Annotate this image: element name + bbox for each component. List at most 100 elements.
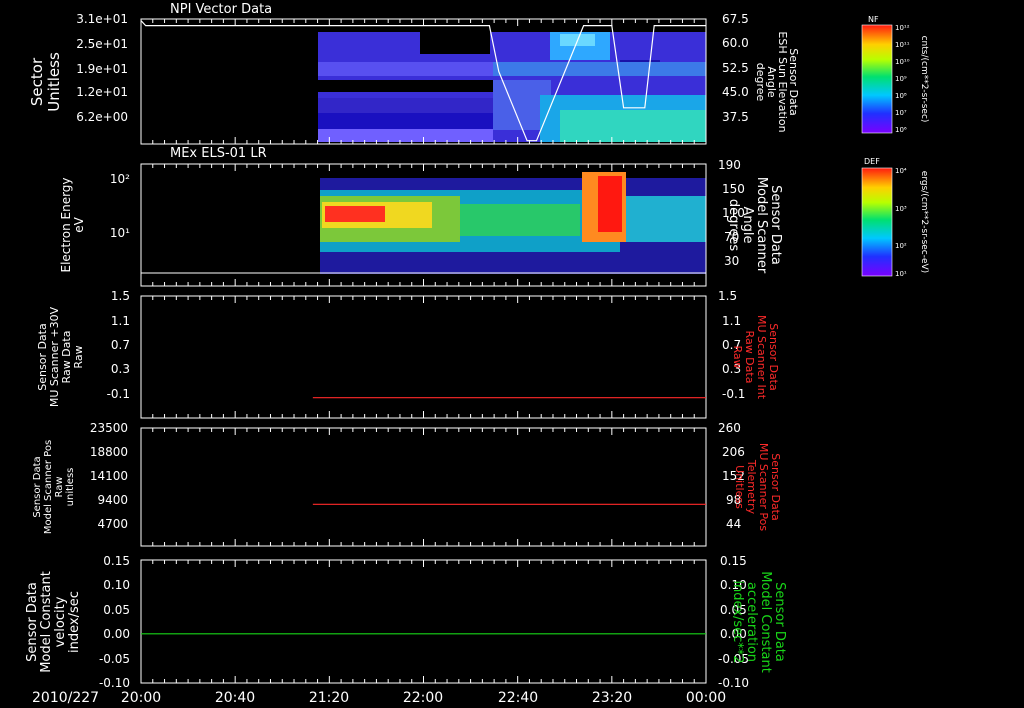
colorbar-npi-tick: 10¹² (895, 24, 910, 32)
npi-left-axis-label: SectorUnitless (28, 52, 63, 112)
npi-left-tick: 2.5e+01 (76, 37, 128, 51)
colorbar-els-unit: ergs/(cm**2-sr-sec-eV) (919, 171, 929, 273)
vel-right-tick: -0.10 (718, 676, 749, 690)
npi-right-tick: 45.0 (722, 85, 749, 99)
mu-raw-left-tick: -0.1 (107, 387, 130, 401)
els-red-core (325, 206, 385, 222)
panel-scanner-pos: 23500 18800 14100 9400 4700 260 206 152 … (32, 421, 782, 547)
els-left-tick: 10¹ (110, 226, 130, 240)
vel-left-tick: 0.10 (103, 578, 130, 592)
colorbar-npi-tick: 10⁹ (895, 75, 907, 83)
npi-left-ticks: 3.1e+01 2.5e+01 1.9e+01 1.2e+01 6.2e+00 (76, 12, 128, 124)
npi-heatmap (318, 32, 706, 142)
vel-right-axis-label: Sensor DataModel Constantaccelerationind… (730, 571, 787, 673)
els-right-tick: 30 (724, 254, 739, 268)
vel-left-tick: 0.15 (103, 554, 130, 568)
npi-teal-region (560, 110, 706, 142)
npi-left-tick: 1.9e+01 (76, 62, 128, 76)
colorbar-npi: NF 10¹² 10¹¹ 10¹⁰ 10⁹ 10⁸ 10⁷ 10⁶ cnts/(… (861, 15, 929, 134)
els-left-axis-label: Electron EnergyeV (59, 177, 86, 272)
mu-raw-right-tick: 1.1 (722, 314, 741, 328)
vel-left-axis-label: Sensor DataModel Constantvelocityindex/s… (25, 571, 82, 673)
npi-gap-1 (318, 80, 493, 92)
els-spectrogram (320, 168, 706, 284)
npi-right-tick: 52.5 (722, 61, 749, 75)
pos-left-tick: 23500 (90, 421, 128, 435)
mu-raw-left-ticks: 1.5 1.1 0.7 0.3 -0.1 (107, 289, 130, 401)
colorbar-npi-tick: 10¹¹ (895, 41, 910, 49)
els-right-tick: 190 (718, 158, 741, 172)
els-left-tick: 10² (110, 172, 130, 186)
els-title: MEx ELS-01 LR (170, 146, 267, 161)
colorbar-els-tick: 10⁴ (895, 167, 907, 175)
mu-raw-right-tick: 1.5 (718, 289, 737, 303)
colorbar-npi-ticks: 10¹² 10¹¹ 10¹⁰ 10⁹ 10⁸ 10⁷ 10⁶ (895, 24, 910, 134)
npi-right-ticks: 67.5 60.0 52.5 45.0 37.5 (722, 12, 749, 124)
npi-left-tick: 1.2e+01 (76, 85, 128, 99)
vel-left-ticks: 0.15 0.10 0.05 0.00 -0.05 -0.10 (99, 554, 130, 690)
x-tick-label: 00:00 (686, 690, 726, 706)
colorbar-els-ticks: 10⁴ 10³ 10² 10¹ (895, 167, 907, 278)
mu-raw-left-tick: 1.5 (111, 289, 130, 303)
npi-right-tick: 60.0 (722, 36, 749, 50)
colorbar-els-title: DEF (864, 157, 880, 166)
mu-raw-left-tick: 0.3 (111, 362, 130, 376)
x-tick-label: 20:40 (215, 690, 255, 706)
mu-raw-left-axis-label: Sensor DataMU Scanner +30VRaw DataRaw (36, 306, 85, 407)
pos-left-tick: 9400 (97, 493, 128, 507)
colorbar-npi-tick: 10⁸ (895, 92, 907, 100)
colorbar-npi-title: NF (868, 15, 879, 24)
mu-raw-right-tick: -0.1 (722, 387, 745, 401)
pos-left-tick: 18800 (90, 445, 128, 459)
colorbar-els-tick: 10² (895, 242, 907, 250)
mu-raw-left-tick: 0.7 (111, 338, 130, 352)
els-left-ticks: 10² 10¹ (110, 172, 130, 240)
x-tick-label: 22:40 (498, 690, 538, 706)
panel-mu-raw: 1.5 1.1 0.7 0.3 -0.1 1.5 1.1 0.7 0.3 -0.… (36, 289, 780, 419)
pos-right-tick: 260 (718, 421, 741, 435)
npi-right-tick: 67.5 (722, 12, 749, 26)
vel-right-tick: 0.15 (720, 554, 747, 568)
colorbar-npi-scale (861, 24, 893, 134)
colorbar-els-scale (861, 167, 893, 277)
pos-left-ticks: 23500 18800 14100 9400 4700 (90, 421, 128, 531)
panel-npi: NPI Vector Data 3.1e+01 2.5e+01 1.9e+01 … (28, 2, 800, 145)
mu-raw-axes-box (140, 295, 707, 419)
colorbar-npi-tick: 10⁶ (895, 126, 907, 134)
pos-left-tick: 14100 (90, 469, 128, 483)
x-axis: 2010/227 20:00 20:40 21:20 22:00 22:40 2… (32, 690, 726, 706)
npi-left-tick: 3.1e+01 (76, 12, 128, 26)
x-tick-label: 23:20 (592, 690, 632, 706)
npi-gap-2 (420, 32, 490, 54)
vel-left-tick: -0.05 (99, 652, 130, 666)
pos-right-tick: 44 (726, 517, 741, 531)
npi-band-upper (318, 62, 493, 76)
els-cyan-right (626, 196, 706, 242)
x-tick-label: 22:00 (403, 690, 443, 706)
npi-title: NPI Vector Data (170, 2, 272, 17)
pos-right-tick: 206 (722, 445, 745, 459)
panel-velocity: 0.15 0.10 0.05 0.00 -0.05 -0.10 0.15 0.1… (25, 554, 787, 690)
npi-band-bottom (318, 129, 493, 142)
vel-left-tick: -0.10 (99, 676, 130, 690)
vel-left-tick: 0.00 (103, 627, 130, 641)
els-green-mid (460, 204, 580, 236)
x-tick-label: 20:00 (121, 690, 161, 706)
pos-left-tick: 4700 (97, 517, 128, 531)
colorbar-npi-tick: 10⁷ (895, 109, 907, 117)
npi-right-axis-label: Sensor DataESH Sun ElevationAngledegree (754, 31, 800, 132)
npi-right-band (493, 62, 706, 76)
colorbar-els: DEF 10⁴ 10³ 10² 10¹ ergs/(cm**2-sr-sec-e… (861, 157, 929, 278)
els-right-tick: 150 (722, 182, 745, 196)
colorbar-els-tick: 10³ (895, 205, 907, 213)
colorbar-npi-tick: 10¹⁰ (895, 58, 910, 66)
pos-left-axis-label: Sensor DataModel Scanner PosRawunitless (32, 440, 76, 534)
npi-band-middle (318, 98, 493, 113)
vel-axes-box (140, 559, 707, 684)
npi-left-tick: 6.2e+00 (76, 110, 128, 124)
npi-right-tick: 37.5 (722, 110, 749, 124)
els-red-burst (598, 176, 622, 232)
panel-els: MEx ELS-01 LR 10² 10¹ 190 150 110 70 30 (59, 146, 783, 287)
colorbar-npi-unit: cnts/(cm**2-sr-sec) (919, 36, 929, 123)
vel-left-tick: 0.05 (103, 603, 130, 617)
